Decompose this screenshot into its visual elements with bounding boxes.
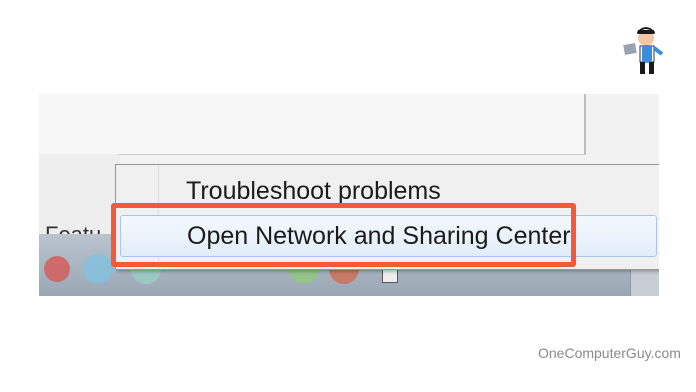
site-watermark: OneComputerGuy.com xyxy=(538,345,681,361)
taskbar-app-icon[interactable] xyxy=(44,256,70,282)
onecomputerguy-logo xyxy=(618,24,670,80)
highlight-annotation-box xyxy=(111,203,576,267)
background-window xyxy=(39,94,586,155)
taskbar-app-icon[interactable] xyxy=(83,254,113,284)
